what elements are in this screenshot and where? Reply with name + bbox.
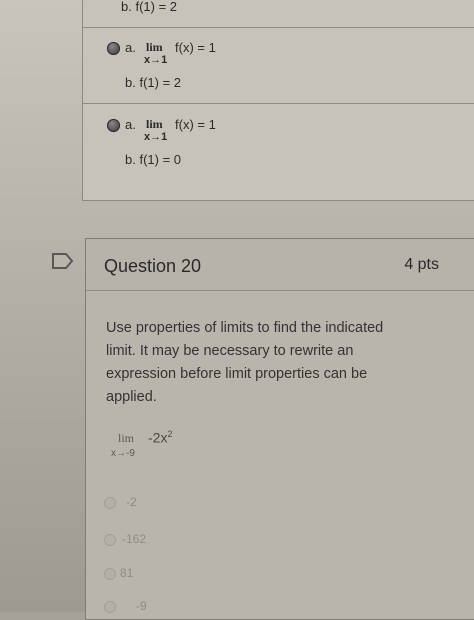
radio-selected-icon[interactable]: [107, 42, 120, 55]
lim-word: lim: [146, 117, 163, 131]
option-second-line: b. f(1) = 2: [125, 75, 181, 90]
answer-choice-label: -162: [122, 532, 147, 546]
option-expression: f(x) = 1: [175, 117, 216, 132]
lim-subscript: x→1: [144, 131, 168, 143]
option-letter: a.: [125, 40, 136, 55]
radio-icon[interactable]: [104, 534, 116, 546]
answer-choice-label: -2: [126, 495, 137, 509]
lim-subscript: x→1: [144, 54, 168, 66]
question-marker-icon[interactable]: [52, 253, 74, 269]
prompt-line: Use properties of limits to find the ind…: [106, 320, 384, 336]
radio-icon[interactable]: [104, 568, 116, 580]
expression-exponent: 2: [167, 429, 173, 439]
lim-subscript: x→-9: [111, 448, 135, 459]
prompt-line: limit. It may be necessary to rewrite an: [106, 343, 354, 359]
lim-word: lim: [118, 431, 135, 445]
previous-question-card: b. f(1) = 2 a. lim x→1 f(x) = 1 b. f(1) …: [82, 0, 474, 201]
option-letter: a.: [125, 117, 136, 132]
cut-off-answer-line: b. f(1) = 2: [121, 0, 177, 14]
limit-expression: -2x2: [148, 429, 172, 446]
lim-word: lim: [146, 40, 163, 54]
prompt-line: expression before limit properties can b…: [106, 366, 368, 382]
option-divider: [83, 27, 474, 28]
question-prompt: Use properties of limits to find the ind…: [106, 317, 406, 409]
question-header: Question 20 4 pts: [86, 239, 474, 291]
prompt-line: applied.: [106, 389, 157, 405]
question-20-card: Question 20 4 pts Use properties of limi…: [85, 238, 474, 620]
option-expression: f(x) = 1: [175, 40, 216, 55]
option-divider: [83, 103, 474, 104]
answer-choice-label: 81: [120, 566, 134, 580]
expression-base: -2x: [148, 429, 168, 446]
answer-choice-label: -9: [136, 599, 147, 613]
radio-icon[interactable]: [104, 601, 116, 613]
radio-selected-icon[interactable]: [107, 119, 120, 132]
radio-icon[interactable]: [104, 497, 116, 509]
question-points: 4 pts: [404, 256, 439, 273]
question-title: Question 20: [104, 256, 202, 276]
option-second-line: b. f(1) = 0: [125, 152, 181, 167]
